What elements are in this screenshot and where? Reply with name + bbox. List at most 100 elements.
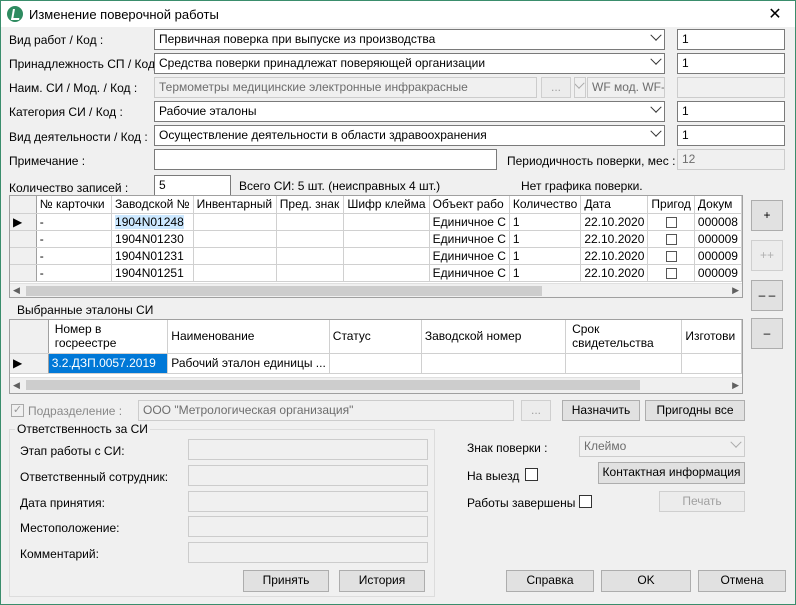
prigod-checkbox[interactable] bbox=[665, 216, 677, 228]
add-button[interactable]: + bbox=[751, 200, 783, 231]
vid-rabot-code[interactable]: 1 bbox=[677, 29, 785, 50]
na-vyezd-checkbox[interactable] bbox=[525, 468, 538, 481]
table-cell[interactable]: 1904N01231 bbox=[111, 247, 194, 265]
prinadlezhnost-code[interactable]: 1 bbox=[677, 53, 785, 74]
scroll-left-icon[interactable]: ◀ bbox=[13, 380, 20, 391]
table-cell[interactable] bbox=[647, 264, 695, 282]
col-header[interactable]: Заводской номер bbox=[421, 320, 567, 354]
table-cell[interactable] bbox=[565, 353, 683, 374]
vid-deyat-select[interactable]: Осуществление деятельности в области здр… bbox=[154, 125, 665, 146]
table-cell[interactable] bbox=[193, 213, 277, 231]
kolichestvo-field[interactable]: 5 bbox=[154, 175, 231, 196]
all-fit-button[interactable]: Пригодны все bbox=[645, 400, 745, 421]
primechanie-field[interactable] bbox=[154, 149, 497, 170]
scroll-right-icon[interactable]: ▶ bbox=[732, 285, 739, 296]
table-cell[interactable] bbox=[343, 264, 430, 282]
contact-info-button[interactable]: Контактная информация bbox=[598, 462, 745, 484]
table-cell[interactable]: Рабочий эталон единицы ... bbox=[167, 353, 330, 374]
col-header[interactable]: Заводской № bbox=[111, 196, 194, 214]
remove-many-button[interactable]: – – bbox=[751, 280, 783, 311]
cancel-button[interactable]: Отмена bbox=[698, 570, 786, 592]
table-cell[interactable]: 1 bbox=[509, 213, 582, 231]
assign-button[interactable]: Назначить bbox=[562, 400, 640, 421]
table-cell[interactable] bbox=[329, 353, 422, 374]
history-button[interactable]: История bbox=[339, 570, 425, 592]
table-cell[interactable]: 22.10.2020 bbox=[580, 264, 649, 282]
ok-button[interactable]: OK bbox=[601, 570, 691, 592]
table-cell[interactable]: 22.10.2020 bbox=[580, 213, 649, 231]
table-cell[interactable]: 1 bbox=[509, 230, 582, 248]
accept-button[interactable]: Принять bbox=[243, 570, 329, 592]
table-cell[interactable]: 000009 bbox=[694, 247, 742, 265]
kategoriya-code[interactable]: 1 bbox=[677, 101, 785, 122]
col-header[interactable]: Пригод bbox=[647, 196, 695, 214]
col-header[interactable]: Пред. знак bbox=[276, 196, 345, 214]
prinadlezhnost-select[interactable]: Средства поверки принадлежат поверяющей … bbox=[154, 53, 665, 74]
table-cell[interactable]: 22.10.2020 bbox=[580, 230, 649, 248]
table-cell[interactable] bbox=[193, 264, 277, 282]
col-header[interactable]: № карточки bbox=[36, 196, 113, 214]
table-cell[interactable]: - bbox=[36, 247, 113, 265]
table-cell[interactable]: 1 bbox=[509, 264, 582, 282]
etalony-grid[interactable]: Номер в госреестре Наименование Статус З… bbox=[9, 319, 743, 394]
table-cell[interactable]: 1904N01251 bbox=[111, 264, 194, 282]
help-button[interactable]: Справка bbox=[506, 570, 594, 592]
prigod-checkbox[interactable] bbox=[665, 267, 677, 279]
si-grid-hscrollbar[interactable]: ◀ ▶ bbox=[10, 283, 742, 297]
table-cell[interactable] bbox=[276, 264, 345, 282]
table-cell[interactable]: 000009 bbox=[694, 264, 742, 282]
col-header[interactable]: Дата bbox=[580, 196, 649, 214]
table-cell[interactable]: 1904N01230 bbox=[111, 230, 194, 248]
close-icon[interactable]: ✕ bbox=[765, 4, 785, 24]
table-cell[interactable]: - bbox=[36, 264, 113, 282]
scroll-thumb[interactable] bbox=[26, 286, 542, 296]
table-cell[interactable]: Единичное С bbox=[429, 213, 510, 231]
remove-button[interactable]: – bbox=[751, 318, 783, 349]
vid-deyat-code[interactable]: 1 bbox=[677, 125, 785, 146]
table-cell[interactable] bbox=[193, 230, 277, 248]
table-cell[interactable] bbox=[276, 230, 345, 248]
table-cell[interactable] bbox=[647, 247, 695, 265]
table-row[interactable]: - 1904N01251 Единичное С 1 22.10.2020 00… bbox=[10, 264, 742, 282]
table-row[interactable]: ▶ 3.2.ДЗП.0057.2019 Рабочий эталон едини… bbox=[10, 353, 742, 374]
table-cell[interactable] bbox=[276, 213, 345, 231]
table-cell[interactable] bbox=[343, 230, 430, 248]
vid-rabot-select[interactable]: Первичная поверка при выпуске из произво… bbox=[154, 29, 665, 50]
si-grid[interactable]: № карточки Заводской № Инвентарный Пред.… bbox=[9, 195, 743, 298]
table-cell[interactable]: - bbox=[36, 230, 113, 248]
col-header[interactable]: Объект рабо bbox=[429, 196, 510, 214]
col-header[interactable]: Номер в госреестре bbox=[48, 320, 169, 354]
table-cell[interactable] bbox=[647, 230, 695, 248]
table-cell[interactable]: 1 bbox=[509, 247, 582, 265]
col-header[interactable]: Статус bbox=[329, 320, 422, 354]
col-header[interactable]: Докум bbox=[694, 196, 742, 214]
col-header[interactable]: Наименование bbox=[167, 320, 330, 354]
col-header[interactable]: Шифр клейма bbox=[343, 196, 430, 214]
table-cell[interactable] bbox=[681, 353, 742, 374]
prigod-checkbox[interactable] bbox=[665, 233, 677, 245]
etalony-grid-hscrollbar[interactable]: ◀ ▶ bbox=[10, 377, 742, 393]
table-cell[interactable] bbox=[647, 213, 695, 231]
table-cell[interactable]: 000009 bbox=[694, 230, 742, 248]
table-cell[interactable] bbox=[343, 247, 430, 265]
scroll-right-icon[interactable]: ▶ bbox=[732, 380, 739, 391]
scroll-left-icon[interactable]: ◀ bbox=[13, 285, 20, 296]
table-cell[interactable]: 22.10.2020 bbox=[580, 247, 649, 265]
kategoriya-select[interactable]: Рабочие эталоны bbox=[154, 101, 665, 122]
table-cell[interactable]: - bbox=[36, 213, 113, 231]
col-header[interactable]: Изготови bbox=[681, 320, 742, 354]
table-cell[interactable]: Единичное С bbox=[429, 264, 510, 282]
table-cell[interactable] bbox=[421, 353, 567, 374]
selected-cell[interactable]: 3.2.ДЗП.0057.2019 bbox=[48, 353, 169, 374]
raboty-zaversheny-checkbox[interactable] bbox=[579, 495, 592, 508]
prigod-checkbox[interactable] bbox=[665, 250, 677, 262]
col-header[interactable]: Срок свидетельства bbox=[565, 320, 683, 354]
col-header[interactable]: Количество bbox=[509, 196, 582, 214]
table-cell[interactable]: 1904N01248 bbox=[111, 213, 194, 231]
table-cell[interactable]: Единичное С bbox=[429, 230, 510, 248]
col-header[interactable]: Инвентарный bbox=[193, 196, 277, 214]
scroll-thumb[interactable] bbox=[26, 380, 640, 390]
table-cell[interactable] bbox=[193, 247, 277, 265]
table-cell[interactable] bbox=[343, 213, 430, 231]
table-row[interactable]: - 1904N01230 Единичное С 1 22.10.2020 00… bbox=[10, 230, 742, 248]
